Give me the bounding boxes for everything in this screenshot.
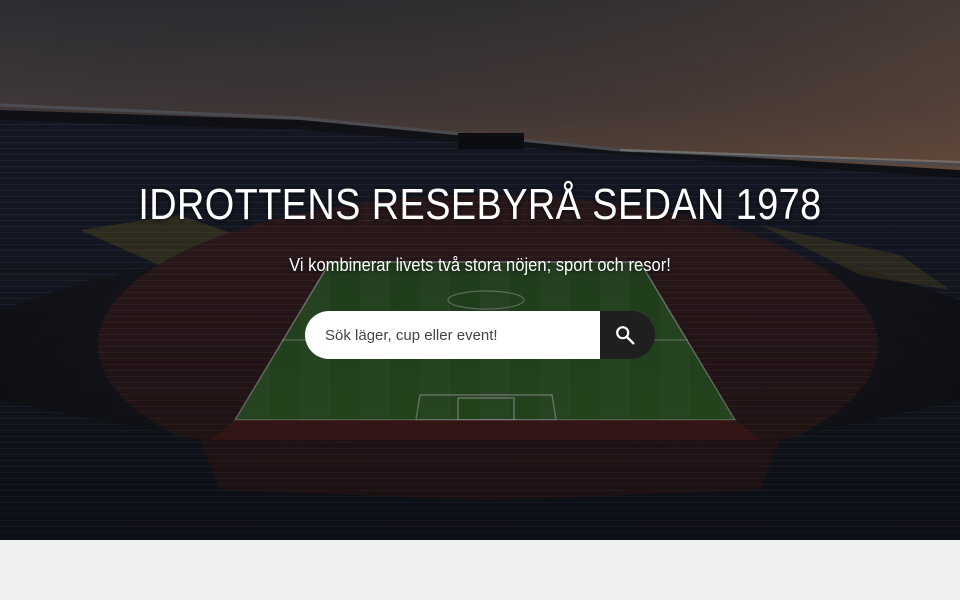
- hero-content: IDROTTENS RESEBYRÅ SEDAN 1978 Vi kombine…: [0, 0, 960, 540]
- hero-subtitle: Vi kombinerar livets två stora nöjen; sp…: [289, 255, 671, 275]
- search-icon: [615, 326, 634, 345]
- page-content-area: [0, 540, 960, 600]
- hero-title: IDROTTENS RESEBYRÅ SEDAN 1978: [138, 180, 822, 229]
- hero-section: IDROTTENS RESEBYRÅ SEDAN 1978 Vi kombine…: [0, 0, 960, 540]
- search-button[interactable]: [600, 311, 655, 359]
- search-bar: [305, 311, 655, 359]
- search-input[interactable]: [305, 311, 600, 359]
